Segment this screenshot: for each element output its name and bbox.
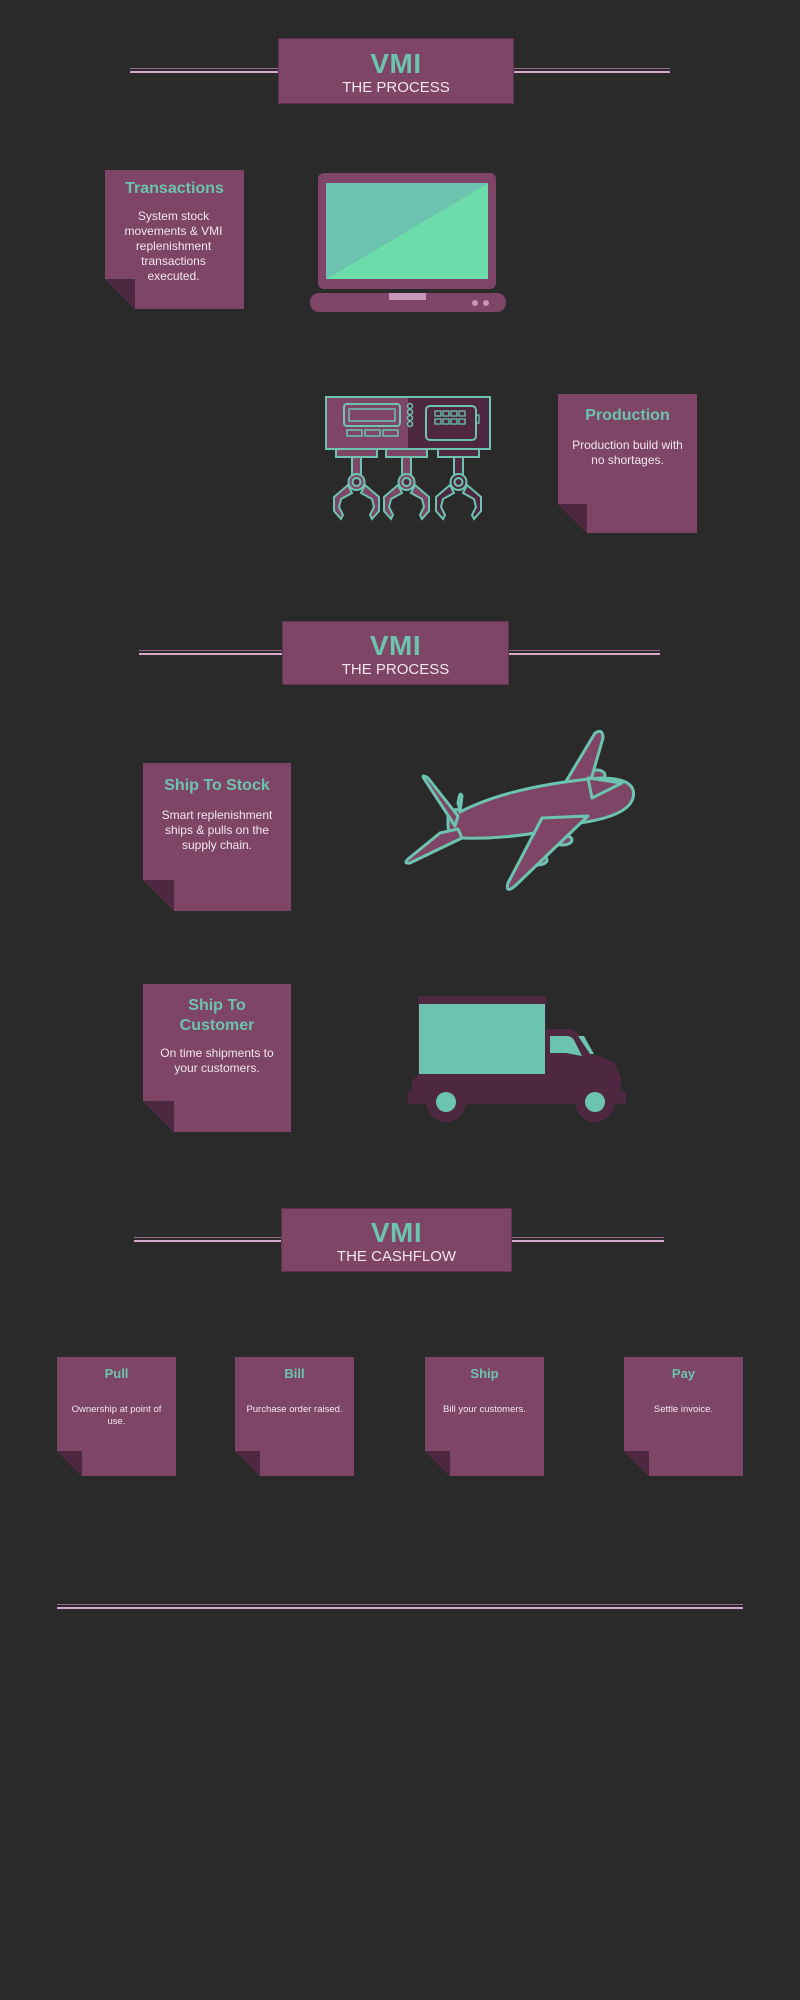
gripper-arm: [435, 448, 482, 521]
card-title: Production: [585, 407, 670, 424]
note-card-pull: Pull Ownership at point of use.: [57, 1357, 176, 1476]
banner-subtitle: THE PROCESS: [341, 661, 450, 678]
banner-title: VMI: [370, 48, 422, 79]
note-card-bill: Bill Purchase order raised.: [235, 1357, 354, 1476]
note-card-ship-to-customer: Ship To Customer On time shipments to yo…: [143, 984, 291, 1132]
note-card-pay: Pay Settle invoice.: [624, 1357, 743, 1476]
banner-title: VMI: [369, 630, 422, 661]
card-text: On time shipments to your customers.: [160, 1046, 274, 1075]
card-text: Bill your customers.: [443, 1404, 526, 1415]
card-title: Ship: [470, 1366, 499, 1381]
card-text: Settle invoice.: [653, 1404, 714, 1415]
laptop-icon: [310, 173, 506, 312]
card-title: Transactions: [125, 180, 224, 197]
robotic-machine-icon: [325, 396, 491, 521]
gripper-arm: [333, 448, 380, 521]
section-banner-cashflow: VMI THE CASHFLOW: [281, 1208, 512, 1272]
note-card-transactions: Transactions System stock movements & VM…: [105, 170, 244, 309]
card-title: Ship To Stock: [164, 777, 270, 794]
footer-divider-line: [57, 1604, 743, 1610]
banner-title: VMI: [370, 1217, 423, 1248]
gripper-arm: [383, 448, 430, 521]
card-title: Bill: [284, 1366, 305, 1381]
card-text: Smart replenishment ships & pulls on the…: [161, 808, 273, 852]
note-card-ship: Ship Bill your customers.: [425, 1357, 544, 1476]
card-title: Pay: [671, 1366, 696, 1381]
banner-subtitle: THE CASHFLOW: [336, 1248, 457, 1265]
card-text: Purchase order raised.: [246, 1404, 343, 1415]
truck-icon: [408, 996, 626, 1122]
card-text: Production build with no shortages.: [572, 438, 683, 467]
card-title: Pull: [104, 1366, 129, 1381]
airplane-icon: [404, 729, 636, 891]
banner-subtitle: THE PROCESS: [342, 79, 450, 96]
card-title: Ship To Customer: [179, 997, 255, 1034]
card-text: System stock movements & VMI replenishme…: [124, 209, 223, 283]
note-card-production: Production Production build with no shor…: [558, 394, 697, 533]
section-banner-process: VMI THE PROCESS: [282, 621, 509, 685]
note-card-ship-to-stock: Ship To Stock Smart replenishment ships …: [143, 763, 291, 911]
section-banner-process: VMI THE PROCESS: [278, 38, 514, 104]
card-text: Ownership at point of use.: [71, 1404, 162, 1427]
